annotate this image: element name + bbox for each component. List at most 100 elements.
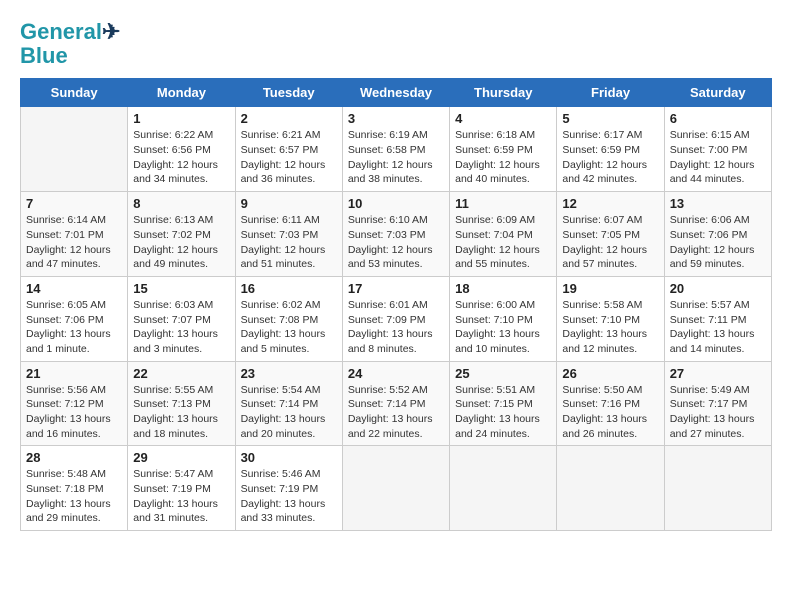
- weekday-header-row: SundayMondayTuesdayWednesdayThursdayFrid…: [21, 79, 772, 107]
- calendar-cell: 6 Sunrise: 6:15 AM Sunset: 7:00 PM Daylig…: [664, 107, 771, 192]
- calendar-cell: 12Sunrise: 6:07 AM Sunset: 7:05 PM Dayli…: [557, 192, 664, 277]
- calendar-cell: 26Sunrise: 5:50 AM Sunset: 7:16 PM Dayli…: [557, 361, 664, 446]
- day-number: 25: [455, 366, 551, 381]
- day-number: 2: [241, 111, 337, 126]
- day-number: 28: [26, 450, 122, 465]
- calendar-cell: 29Sunrise: 5:47 AM Sunset: 7:19 PM Dayli…: [128, 446, 235, 531]
- calendar-week-2: 7 Sunrise: 6:14 AM Sunset: 7:01 PM Daylig…: [21, 192, 772, 277]
- calendar-week-1: 1 Sunrise: 6:22 AM Sunset: 6:56 PM Daylig…: [21, 107, 772, 192]
- day-info: Sunrise: 6:15 AM Sunset: 7:00 PM Dayligh…: [670, 128, 766, 187]
- calendar-cell: 25 Sunrise: 5:51 AM Sunset: 7:15 PM Dayli…: [450, 361, 557, 446]
- calendar-cell: 28 Sunrise: 5:48 AM Sunset: 7:18 PM Dayli…: [21, 446, 128, 531]
- day-number: 8: [133, 196, 229, 211]
- calendar-cell: 21 Sunrise: 5:56 AM Sunset: 7:12 PM Dayli…: [21, 361, 128, 446]
- calendar-cell: 1 Sunrise: 6:22 AM Sunset: 6:56 PM Daylig…: [128, 107, 235, 192]
- day-info: Sunrise: 5:49 AM Sunset: 7:17 PM Dayligh…: [670, 383, 766, 442]
- day-number: 7: [26, 196, 122, 211]
- calendar-cell: 2 Sunrise: 6:21 AM Sunset: 6:57 PM Daylig…: [235, 107, 342, 192]
- weekday-header-wednesday: Wednesday: [342, 79, 449, 107]
- day-info: Sunrise: 6:13 AM Sunset: 7:02 PM Dayligh…: [133, 213, 229, 272]
- day-info: Sunrise: 6:14 AM Sunset: 7:01 PM Dayligh…: [26, 213, 122, 272]
- calendar-cell: 22Sunrise: 5:55 AM Sunset: 7:13 PM Dayli…: [128, 361, 235, 446]
- day-info: Sunrise: 6:18 AM Sunset: 6:59 PM Dayligh…: [455, 128, 551, 187]
- calendar-cell: 13 Sunrise: 6:06 AM Sunset: 7:06 PM Dayli…: [664, 192, 771, 277]
- calendar-cell: [450, 446, 557, 531]
- day-number: 9: [241, 196, 337, 211]
- calendar-table: SundayMondayTuesdayWednesdayThursdayFrid…: [20, 78, 772, 531]
- day-number: 18: [455, 281, 551, 296]
- calendar-cell: [664, 446, 771, 531]
- day-info: Sunrise: 5:54 AM Sunset: 7:14 PM Dayligh…: [241, 383, 337, 442]
- logo: General✈Blue: [20, 20, 120, 68]
- day-info: Sunrise: 5:58 AM Sunset: 7:10 PM Dayligh…: [562, 298, 658, 357]
- day-number: 6: [670, 111, 766, 126]
- day-number: 10: [348, 196, 444, 211]
- calendar-cell: 14 Sunrise: 6:05 AM Sunset: 7:06 PM Dayli…: [21, 276, 128, 361]
- day-info: Sunrise: 6:07 AM Sunset: 7:05 PM Dayligh…: [562, 213, 658, 272]
- day-info: Sunrise: 5:56 AM Sunset: 7:12 PM Dayligh…: [26, 383, 122, 442]
- weekday-header-sunday: Sunday: [21, 79, 128, 107]
- calendar-cell: 5Sunrise: 6:17 AM Sunset: 6:59 PM Daylig…: [557, 107, 664, 192]
- weekday-header-thursday: Thursday: [450, 79, 557, 107]
- day-number: 14: [26, 281, 122, 296]
- day-info: Sunrise: 6:05 AM Sunset: 7:06 PM Dayligh…: [26, 298, 122, 357]
- day-number: 19: [562, 281, 658, 296]
- day-info: Sunrise: 6:21 AM Sunset: 6:57 PM Dayligh…: [241, 128, 337, 187]
- calendar-cell: 20 Sunrise: 5:57 AM Sunset: 7:11 PM Dayli…: [664, 276, 771, 361]
- calendar-cell: 3 Sunrise: 6:19 AM Sunset: 6:58 PM Daylig…: [342, 107, 449, 192]
- day-info: Sunrise: 6:22 AM Sunset: 6:56 PM Dayligh…: [133, 128, 229, 187]
- logo-text: General✈Blue: [20, 20, 120, 68]
- day-info: Sunrise: 6:11 AM Sunset: 7:03 PM Dayligh…: [241, 213, 337, 272]
- day-info: Sunrise: 5:57 AM Sunset: 7:11 PM Dayligh…: [670, 298, 766, 357]
- day-info: Sunrise: 6:02 AM Sunset: 7:08 PM Dayligh…: [241, 298, 337, 357]
- calendar-cell: 19 Sunrise: 5:58 AM Sunset: 7:10 PM Dayli…: [557, 276, 664, 361]
- day-info: Sunrise: 6:19 AM Sunset: 6:58 PM Dayligh…: [348, 128, 444, 187]
- weekday-header-saturday: Saturday: [664, 79, 771, 107]
- day-info: Sunrise: 6:10 AM Sunset: 7:03 PM Dayligh…: [348, 213, 444, 272]
- calendar-cell: 17 Sunrise: 6:01 AM Sunset: 7:09 PM Dayli…: [342, 276, 449, 361]
- day-number: 23: [241, 366, 337, 381]
- day-number: 29: [133, 450, 229, 465]
- calendar-cell: 15Sunrise: 6:03 AM Sunset: 7:07 PM Dayli…: [128, 276, 235, 361]
- day-number: 21: [26, 366, 122, 381]
- calendar-cell: [557, 446, 664, 531]
- day-number: 13: [670, 196, 766, 211]
- day-number: 1: [133, 111, 229, 126]
- day-number: 3: [348, 111, 444, 126]
- calendar-cell: 4 Sunrise: 6:18 AM Sunset: 6:59 PM Daylig…: [450, 107, 557, 192]
- calendar-cell: 11 Sunrise: 6:09 AM Sunset: 7:04 PM Dayli…: [450, 192, 557, 277]
- calendar-cell: 23 Sunrise: 5:54 AM Sunset: 7:14 PM Dayli…: [235, 361, 342, 446]
- calendar-cell: [342, 446, 449, 531]
- calendar-week-3: 14 Sunrise: 6:05 AM Sunset: 7:06 PM Dayli…: [21, 276, 772, 361]
- day-info: Sunrise: 5:50 AM Sunset: 7:16 PM Dayligh…: [562, 383, 658, 442]
- day-number: 5: [562, 111, 658, 126]
- weekday-header-friday: Friday: [557, 79, 664, 107]
- day-number: 11: [455, 196, 551, 211]
- day-info: Sunrise: 5:46 AM Sunset: 7:19 PM Dayligh…: [241, 467, 337, 526]
- day-info: Sunrise: 6:09 AM Sunset: 7:04 PM Dayligh…: [455, 213, 551, 272]
- day-number: 24: [348, 366, 444, 381]
- calendar-week-4: 21 Sunrise: 5:56 AM Sunset: 7:12 PM Dayli…: [21, 361, 772, 446]
- page-header: General✈Blue: [20, 20, 772, 68]
- calendar-cell: 18 Sunrise: 6:00 AM Sunset: 7:10 PM Dayli…: [450, 276, 557, 361]
- calendar-cell: 24 Sunrise: 5:52 AM Sunset: 7:14 PM Dayli…: [342, 361, 449, 446]
- day-info: Sunrise: 6:01 AM Sunset: 7:09 PM Dayligh…: [348, 298, 444, 357]
- day-info: Sunrise: 5:51 AM Sunset: 7:15 PM Dayligh…: [455, 383, 551, 442]
- day-number: 20: [670, 281, 766, 296]
- calendar-cell: 27 Sunrise: 5:49 AM Sunset: 7:17 PM Dayli…: [664, 361, 771, 446]
- weekday-header-monday: Monday: [128, 79, 235, 107]
- calendar-cell: 16Sunrise: 6:02 AM Sunset: 7:08 PM Dayli…: [235, 276, 342, 361]
- calendar-cell: 10 Sunrise: 6:10 AM Sunset: 7:03 PM Dayli…: [342, 192, 449, 277]
- day-info: Sunrise: 6:06 AM Sunset: 7:06 PM Dayligh…: [670, 213, 766, 272]
- day-number: 4: [455, 111, 551, 126]
- calendar-cell: 8 Sunrise: 6:13 AM Sunset: 7:02 PM Daylig…: [128, 192, 235, 277]
- calendar-cell: 30Sunrise: 5:46 AM Sunset: 7:19 PM Dayli…: [235, 446, 342, 531]
- day-info: Sunrise: 6:00 AM Sunset: 7:10 PM Dayligh…: [455, 298, 551, 357]
- calendar-cell: [21, 107, 128, 192]
- day-number: 17: [348, 281, 444, 296]
- day-info: Sunrise: 5:55 AM Sunset: 7:13 PM Dayligh…: [133, 383, 229, 442]
- day-number: 27: [670, 366, 766, 381]
- day-info: Sunrise: 5:48 AM Sunset: 7:18 PM Dayligh…: [26, 467, 122, 526]
- calendar-cell: 9 Sunrise: 6:11 AM Sunset: 7:03 PM Daylig…: [235, 192, 342, 277]
- day-info: Sunrise: 5:52 AM Sunset: 7:14 PM Dayligh…: [348, 383, 444, 442]
